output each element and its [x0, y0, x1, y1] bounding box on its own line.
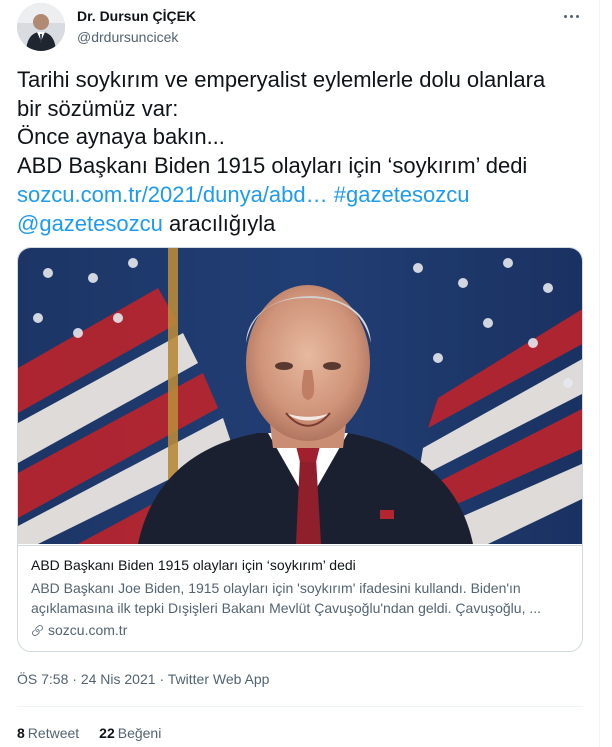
retweet-label: Retweet	[27, 725, 80, 741]
card-body[interactable]: ABD Başkanı Biden 1915 olayları için ‘so…	[18, 545, 582, 651]
tweet-text-line: Tarihi soykırım ve emperyalist eylemlerl…	[17, 67, 546, 92]
card-image[interactable]	[18, 248, 582, 544]
via-text: aracılığıyla	[168, 210, 276, 236]
tweet-text-line: bir sözümüz var:	[17, 95, 179, 121]
card-description: ABD Başkanı Joe Biden, 1915 olayları içi…	[31, 580, 542, 616]
tweet-date[interactable]: 24 Nis 2021	[81, 671, 156, 687]
tweet-text: Tarihi soykırım ve emperyalist eylemlerl…	[17, 66, 587, 238]
author-block[interactable]: Dr. Dursun ÇİÇEK @drdursuncicek	[77, 7, 196, 46]
tweet-text-line: ABD Başkanı Biden 1915 olayları için ‘so…	[17, 153, 528, 179]
link-preview-card[interactable]: ABD Başkanı Biden 1915 olayları için ‘so…	[17, 247, 583, 652]
divider	[17, 706, 583, 707]
link-icon	[32, 625, 43, 636]
meta-separator: ·	[72, 671, 77, 687]
mention-link[interactable]: @gazetesozcu	[17, 211, 163, 236]
author-name[interactable]: Dr. Dursun ÇİÇEK	[77, 7, 196, 25]
hashtag-link[interactable]: #gazetesozcu	[334, 182, 470, 207]
tweet: Dr. Dursun ÇİÇEK @drdursuncicek Tarihi s…	[0, 0, 600, 747]
likes-stat[interactable]: 22 Beğeni	[99, 724, 161, 742]
retweets-stat[interactable]: 8 Retweet	[17, 724, 79, 742]
tweet-time[interactable]: ÖS 7:58	[17, 671, 68, 687]
card-title: ABD Başkanı Biden 1915 olayları için ‘so…	[31, 557, 356, 573]
card-source: sozcu.com.tr	[31, 621, 571, 640]
tweet-text-line: Önce aynaya bakın...	[17, 124, 225, 150]
like-label: Beğeni	[117, 725, 162, 741]
author-handle[interactable]: @drdursuncicek	[77, 28, 196, 46]
card-source-text: sozcu.com.tr	[48, 622, 128, 638]
more-horizontal-icon[interactable]	[560, 7, 582, 25]
avatar-image	[17, 3, 65, 51]
tweet-via-line: @gazetesozcu aracılığıyla	[17, 210, 587, 239]
tweet-meta: ÖS 7:58 · 24 Nis 2021 · Twitter Web App	[17, 670, 269, 689]
card-photo	[18, 248, 582, 544]
avatar[interactable]	[17, 3, 65, 51]
tweet-links-line: sozcu.com.tr/2021/dunya/abd… #gazetesozc…	[17, 181, 587, 210]
tweet-client[interactable]: Twitter Web App	[168, 671, 270, 687]
retweet-count: 8	[17, 725, 25, 741]
article-link[interactable]: sozcu.com.tr/2021/dunya/abd…	[17, 182, 328, 207]
meta-separator: ·	[159, 671, 165, 687]
tweet-stats: 8 Retweet 22 Beğeni	[17, 724, 161, 742]
like-count: 22	[99, 725, 115, 741]
